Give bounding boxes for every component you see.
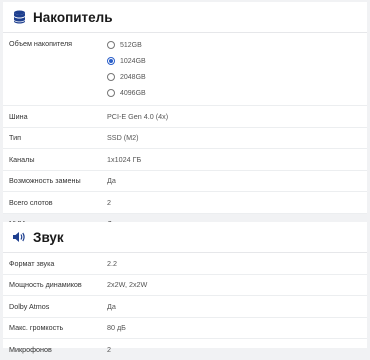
sound-title: Звук [33, 229, 64, 245]
spec-label: Каналы [9, 154, 35, 164]
spec-row-bus: Шина PCI-E Gen 4.0 (4x) [3, 106, 367, 128]
spec-row-speaker-power: Мощность динамиков 2x2W, 2x2W [3, 275, 367, 296]
option-label: 1024GB [120, 57, 146, 65]
capacity-option-2048[interactable]: 2048GB [107, 69, 146, 85]
spec-row-slots: Всего слотов 2 [3, 192, 367, 214]
option-label: 4096GB [120, 89, 146, 97]
spec-value: 2 [107, 344, 111, 354]
spec-value: Да [107, 176, 116, 186]
spec-value: 80 дБ [107, 323, 126, 333]
spec-label: Шина [9, 111, 28, 121]
database-icon [12, 10, 26, 24]
capacity-options: 512GB 1024GB 2048GB 4096GB [107, 37, 146, 101]
storage-header: Накопитель [3, 2, 367, 33]
sound-header: Звук [3, 222, 367, 253]
spec-label: Dolby Atmos [9, 301, 50, 311]
radio-button[interactable] [107, 41, 115, 49]
spec-label: Мощность динамиков [9, 280, 82, 290]
spec-value: PCI-E Gen 4.0 (4x) [107, 111, 169, 121]
spec-label: Макс. громкость [9, 323, 64, 333]
spec-row-channels: Каналы 1x1024 ГБ [3, 149, 367, 171]
sound-card: Звук Формат звука 2.2 Мощность динамиков… [3, 222, 367, 354]
radio-button[interactable] [107, 89, 115, 97]
radio-button-selected[interactable] [107, 57, 115, 65]
spec-label: Микрофонов [9, 344, 52, 354]
spec-label: Тип [9, 133, 21, 143]
spec-value: 2 [107, 197, 111, 207]
capacity-label: Объем накопителя [9, 39, 73, 48]
capacity-option-4096[interactable]: 4096GB [107, 85, 146, 101]
option-label: 512GB [120, 41, 142, 49]
spec-row-sound-format: Формат звука 2.2 [3, 253, 367, 275]
spec-row-microphones: Микрофонов 2 [3, 339, 367, 360]
spec-row-replaceable: Возможность замены Да [3, 171, 367, 192]
spec-value: 2.2 [107, 258, 117, 268]
spec-row-type: Тип SSD (M2) [3, 128, 367, 149]
option-label: 2048GB [120, 73, 146, 81]
spec-label: Возможность замены [9, 176, 81, 186]
spec-value: Да [107, 301, 116, 311]
spec-value: SSD (M2) [107, 133, 139, 143]
spec-label: Всего слотов [9, 197, 53, 207]
spec-value: 1x1024 ГБ [107, 154, 142, 164]
capacity-option-1024[interactable]: 1024GB [107, 53, 146, 69]
spec-row-max-volume: Макс. громкость 80 дБ [3, 318, 367, 339]
spec-label: Формат звука [9, 258, 55, 268]
storage-card: Накопитель Объем накопителя 512GB 1024GB… [3, 2, 367, 228]
radio-button[interactable] [107, 73, 115, 81]
capacity-option-512[interactable]: 512GB [107, 37, 146, 53]
capacity-selector: Объем накопителя 512GB 1024GB 2048GB 409… [3, 33, 367, 106]
spec-value: 2x2W, 2x2W [107, 280, 148, 290]
speaker-icon [12, 230, 26, 244]
storage-title: Накопитель [33, 9, 113, 25]
spec-row-dolby: Dolby Atmos Да [3, 296, 367, 318]
